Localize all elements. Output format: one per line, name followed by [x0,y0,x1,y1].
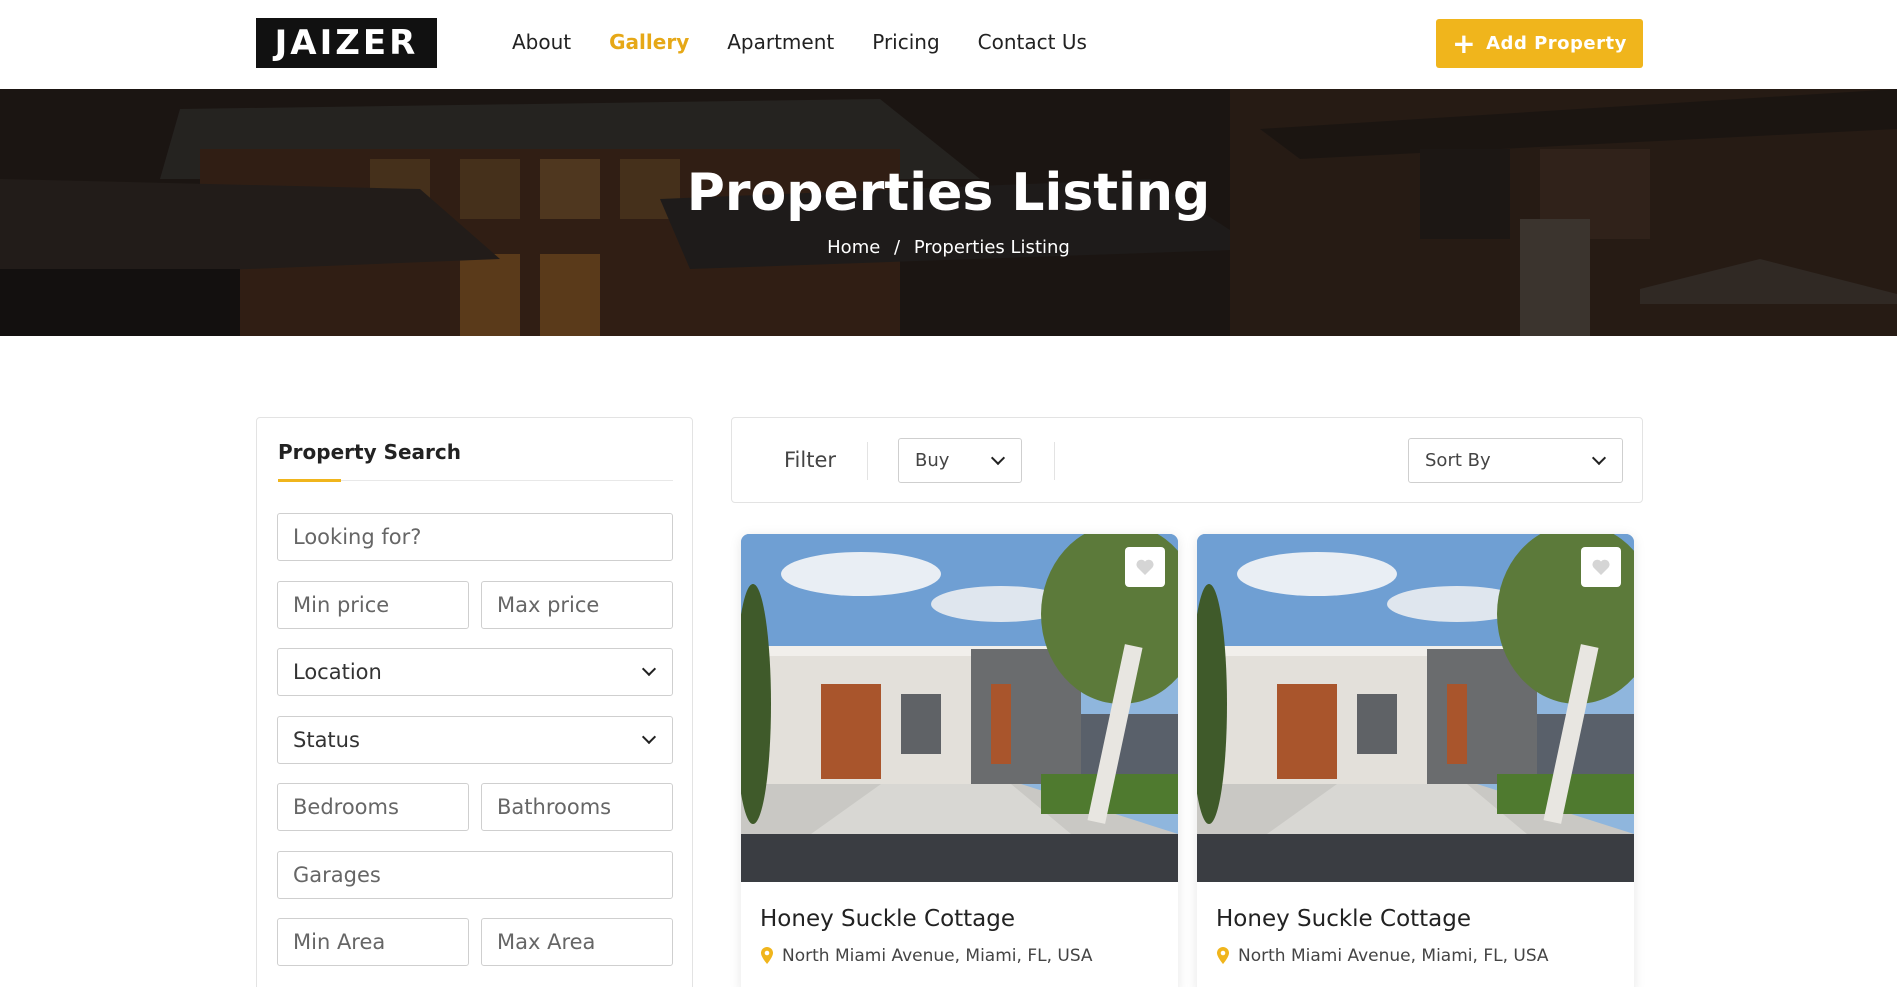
bathrooms-input[interactable]: Bathrooms [481,783,673,831]
nav-link-apartment[interactable]: Apartment [727,30,834,54]
chevron-down-icon [990,450,1006,465]
page-title: Properties Listing [686,163,1211,223]
property-card[interactable]: Honey Suckle Cottage North Miami Avenue,… [741,534,1178,987]
nav-link-about[interactable]: About [512,30,571,54]
min-price-input[interactable]: Min price [277,581,469,629]
plus-icon: + [1452,26,1477,60]
property-address-text: North Miami Avenue, Miami, FL, USA [782,946,1093,966]
nav-link-contact[interactable]: Contact Us [978,30,1087,54]
breadcrumb: Home / Properties Listing [0,237,1897,258]
garages-input[interactable]: Garages [277,851,673,899]
property-image[interactable] [741,534,1178,882]
property-address: North Miami Avenue, Miami, FL, USA [760,946,1093,966]
bedrooms-placeholder: Bedrooms [293,795,399,819]
main-nav: About Gallery Apartment Pricing Contact … [512,30,1125,54]
max-price-input[interactable]: Max price [481,581,673,629]
max-area-placeholder: Max Area [497,930,596,954]
sort-by-value: Sort By [1425,450,1491,471]
heart-icon [1136,559,1154,575]
map-pin-icon [761,947,773,964]
min-area-placeholder: Min Area [293,930,386,954]
sidebar-title: Property Search [278,440,461,464]
filter-label: Filter [784,448,837,472]
looking-for-placeholder: Looking for? [293,525,422,549]
filter-bar: Filter Buy Sort By [731,417,1643,503]
max-area-input[interactable]: Max Area [481,918,673,966]
status-select[interactable]: Status [277,716,673,764]
house-photo [741,534,1178,882]
property-image[interactable] [1197,534,1634,882]
hero-banner: Properties Listing Home / Properties Lis… [0,89,1897,336]
heart-icon [1592,559,1610,575]
chevron-down-icon [641,729,657,745]
sort-by-select[interactable]: Sort By [1408,438,1623,483]
filter-divider [1054,442,1055,480]
property-title[interactable]: Honey Suckle Cottage [760,906,1015,932]
location-value: Location [293,660,382,684]
chevron-down-icon [1591,450,1607,465]
navbar: JAIZER About Gallery Apartment Pricing C… [0,0,1897,89]
status-value: Status [293,728,360,752]
chevron-down-icon [641,661,657,677]
location-select[interactable]: Location [277,648,673,696]
listing-type-value: Buy [915,450,950,471]
min-area-input[interactable]: Min Area [277,918,469,966]
filter-divider [867,442,868,480]
property-card[interactable]: Honey Suckle Cottage North Miami Avenue,… [1197,534,1634,987]
min-price-placeholder: Min price [293,593,390,617]
property-address-text: North Miami Avenue, Miami, FL, USA [1238,946,1549,966]
bathrooms-placeholder: Bathrooms [497,795,612,819]
favorite-button[interactable] [1581,547,1621,587]
site-logo[interactable]: JAIZER [256,18,437,68]
breadcrumb-current: Properties Listing [913,237,1070,258]
property-search-panel: Property Search Looking for? Min price M… [256,417,693,987]
bedrooms-input[interactable]: Bedrooms [277,783,469,831]
logo-text: JAIZER [274,23,419,63]
max-price-placeholder: Max price [497,593,600,617]
map-pin-icon [1217,947,1229,964]
listing-type-select[interactable]: Buy [898,438,1022,483]
nav-link-gallery[interactable]: Gallery [609,30,689,54]
property-address: North Miami Avenue, Miami, FL, USA [1216,946,1549,966]
add-property-button[interactable]: + Add Property [1436,19,1643,68]
breadcrumb-separator: / [894,237,901,258]
house-photo [1197,534,1634,882]
sidebar-title-underline [278,479,341,482]
add-property-label: Add Property [1486,33,1627,54]
nav-link-pricing[interactable]: Pricing [872,30,939,54]
looking-for-input[interactable]: Looking for? [277,513,673,561]
property-title[interactable]: Honey Suckle Cottage [1216,906,1471,932]
breadcrumb-home[interactable]: Home [827,237,880,258]
garages-placeholder: Garages [293,863,381,887]
favorite-button[interactable] [1125,547,1165,587]
